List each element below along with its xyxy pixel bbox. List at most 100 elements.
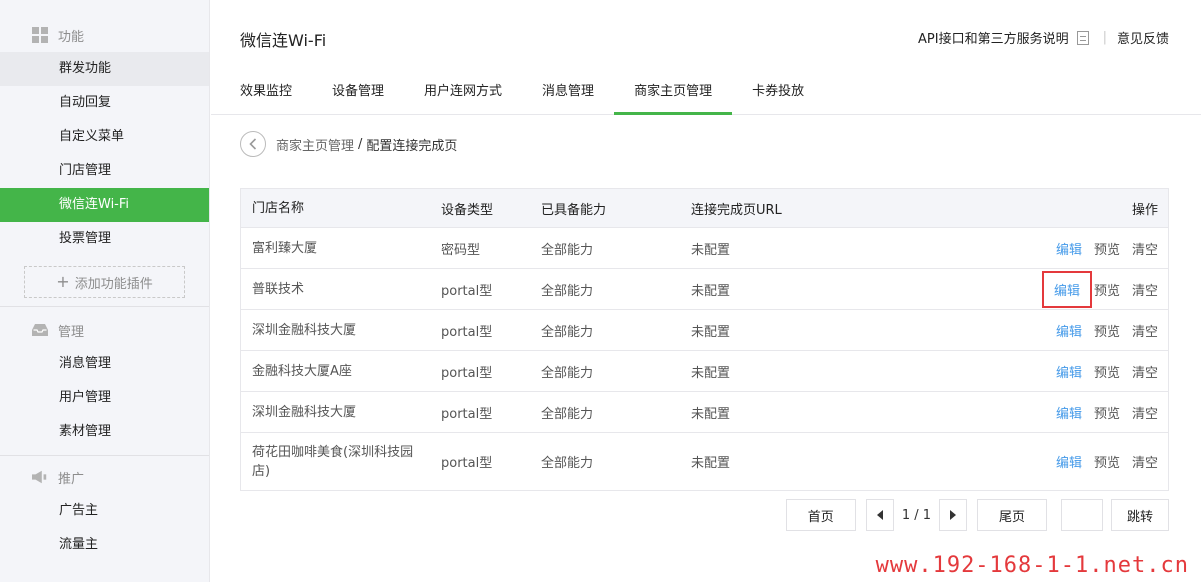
sidebar-section-promote: 推广 — [0, 460, 209, 494]
sidebar-item-auto-reply[interactable]: 自动回复 — [0, 86, 209, 120]
col-url: 连接完成页URL — [691, 202, 782, 218]
preview-button[interactable]: 预览 — [1094, 321, 1120, 340]
back-button[interactable] — [240, 131, 266, 157]
breadcrumb: 商家主页管理 / 配置连接完成页 — [240, 131, 457, 157]
store-name: 富利臻大厦 — [252, 240, 318, 256]
sidebar-item-mass-send[interactable]: 群发功能 — [0, 52, 209, 86]
table-row: 普联技术 portal型 全部能力 未配置 编辑 预览 清空 — [241, 268, 1168, 309]
store-name: 普联技术 — [252, 281, 305, 297]
edit-button[interactable]: 编辑 — [1056, 403, 1082, 422]
breadcrumb-parent[interactable]: 商家主页管理 — [276, 135, 354, 154]
sidebar-section-title: 功能 — [58, 29, 85, 45]
first-page-button[interactable]: 首页 — [785, 499, 856, 531]
device-type: portal型 — [441, 324, 493, 340]
ability: 全部能力 — [541, 283, 594, 299]
clear-button[interactable]: 清空 — [1132, 403, 1158, 422]
preview-button[interactable]: 预览 — [1094, 280, 1120, 299]
breadcrumb-separator: / — [358, 136, 363, 152]
sidebar-item-wifi[interactable]: 微信连Wi-Fi — [0, 188, 209, 222]
url-status: 未配置 — [691, 324, 731, 340]
ability: 全部能力 — [541, 242, 594, 258]
sidebar-item-materials[interactable]: 素材管理 — [0, 415, 209, 449]
clear-button[interactable]: 清空 — [1132, 280, 1158, 299]
page-jump-input[interactable] — [1061, 499, 1103, 531]
table-row: 荷花田咖啡美食(深圳科技园店) portal型 全部能力 未配置 编辑 预览 清空 — [241, 432, 1168, 490]
clear-button[interactable]: 清空 — [1132, 362, 1158, 381]
url-status: 未配置 — [691, 242, 731, 258]
sidebar-item-store[interactable]: 门店管理 — [0, 154, 209, 188]
caret-right-icon — [950, 510, 956, 520]
device-type: portal型 — [441, 283, 493, 299]
edit-button[interactable]: 编辑 — [1056, 362, 1082, 381]
tab-bar: 效果监控 设备管理 用户连网方式 消息管理 商家主页管理 卡券投放 — [211, 74, 1201, 115]
clear-button[interactable]: 清空 — [1132, 452, 1158, 471]
url-status: 未配置 — [691, 456, 731, 471]
plus-icon: + — [56, 272, 70, 291]
table-row: 深圳金融科技大厦 portal型 全部能力 未配置 编辑 预览 清空 — [241, 391, 1168, 432]
api-doc-link[interactable]: API接口和第三方服务说明 — [918, 28, 1069, 47]
sidebar-item-users[interactable]: 用户管理 — [0, 381, 209, 415]
sidebar-section-function: 功能 — [0, 18, 209, 52]
sidebar-item-vote[interactable]: 投票管理 — [0, 222, 209, 256]
last-page-button[interactable]: 尾页 — [977, 499, 1047, 531]
prev-page-button[interactable] — [865, 499, 894, 531]
url-status: 未配置 — [691, 406, 731, 422]
divider — [0, 455, 209, 456]
divider — [0, 306, 209, 307]
preview-button[interactable]: 预览 — [1094, 239, 1120, 258]
watermark: www.192-168-1-1.net.cn — [875, 553, 1189, 578]
add-plugin-button[interactable]: + 添加功能插件 — [24, 266, 185, 298]
device-type: portal型 — [441, 365, 493, 381]
chevron-left-icon — [249, 138, 257, 150]
jump-button[interactable]: 跳转 — [1111, 499, 1169, 531]
store-name: 荷花田咖啡美食(深圳科技园店) — [252, 444, 414, 479]
clear-button[interactable]: 清空 — [1132, 321, 1158, 340]
sidebar-section-manage: 管理 — [0, 313, 209, 347]
ability: 全部能力 — [541, 324, 594, 340]
sidebar-section-title: 推广 — [58, 471, 85, 487]
add-plugin-label: 添加功能插件 — [74, 276, 153, 292]
device-type: portal型 — [441, 406, 493, 422]
sidebar-item-publisher[interactable]: 流量主 — [0, 528, 209, 562]
sidebar-item-advertiser[interactable]: 广告主 — [0, 494, 209, 528]
document-icon[interactable] — [1076, 30, 1089, 45]
edit-button[interactable]: 编辑 — [1056, 452, 1082, 471]
table-row: 深圳金融科技大厦 portal型 全部能力 未配置 编辑 预览 清空 — [241, 309, 1168, 350]
page-indicator: 1 / 1 — [901, 507, 931, 523]
tab-merchant-home[interactable]: 商家主页管理 — [614, 74, 733, 115]
edit-button[interactable]: 编辑 — [1056, 321, 1082, 340]
col-ability: 已具备能力 — [541, 202, 607, 218]
tab-devices[interactable]: 设备管理 — [312, 74, 404, 115]
col-store-name: 门店名称 — [252, 200, 305, 216]
sidebar-section-title: 管理 — [58, 324, 85, 340]
tab-connect-method[interactable]: 用户连网方式 — [404, 74, 522, 115]
page-title: 微信连Wi-Fi — [240, 31, 327, 50]
preview-button[interactable]: 预览 — [1094, 362, 1120, 381]
main-panel: 微信连Wi-Fi API接口和第三方服务说明 | 意见反馈 效果监控 设备管理 … — [211, 0, 1201, 582]
edit-button[interactable]: 编辑 — [1056, 239, 1082, 258]
store-name: 深圳金融科技大厦 — [252, 404, 357, 420]
next-page-button[interactable] — [939, 499, 967, 531]
sidebar-item-custom-menu[interactable]: 自定义菜单 — [0, 120, 209, 154]
tab-messages[interactable]: 消息管理 — [522, 74, 614, 115]
feedback-link[interactable]: 意见反馈 — [1117, 28, 1169, 47]
device-type: 密码型 — [441, 242, 481, 258]
topbar: 微信连Wi-Fi API接口和第三方服务说明 | 意见反馈 — [211, 0, 1201, 74]
tab-coupons[interactable]: 卡券投放 — [732, 74, 824, 115]
link-separator: | — [1102, 30, 1107, 45]
table-header: 门店名称 设备类型 已具备能力 连接完成页URL 操作 — [241, 189, 1168, 227]
clear-button[interactable]: 清空 — [1132, 239, 1158, 258]
preview-button[interactable]: 预览 — [1094, 452, 1120, 471]
caret-left-icon — [876, 510, 883, 520]
top-links: API接口和第三方服务说明 | 意见反馈 — [918, 28, 1169, 47]
url-status: 未配置 — [691, 283, 731, 299]
tab-monitor[interactable]: 效果监控 — [220, 74, 312, 115]
sidebar-item-messages[interactable]: 消息管理 — [0, 347, 209, 381]
preview-button[interactable]: 预览 — [1094, 403, 1120, 422]
pagination: 首页 1 / 1 尾页 跳转 — [785, 499, 1169, 531]
edit-button-highlighted[interactable]: 编辑 — [1041, 270, 1092, 308]
col-actions: 操作 — [1131, 202, 1158, 218]
grid-icon — [32, 27, 48, 43]
store-name: 金融科技大厦A座 — [252, 363, 352, 379]
breadcrumb-current: 配置连接完成页 — [366, 138, 458, 154]
